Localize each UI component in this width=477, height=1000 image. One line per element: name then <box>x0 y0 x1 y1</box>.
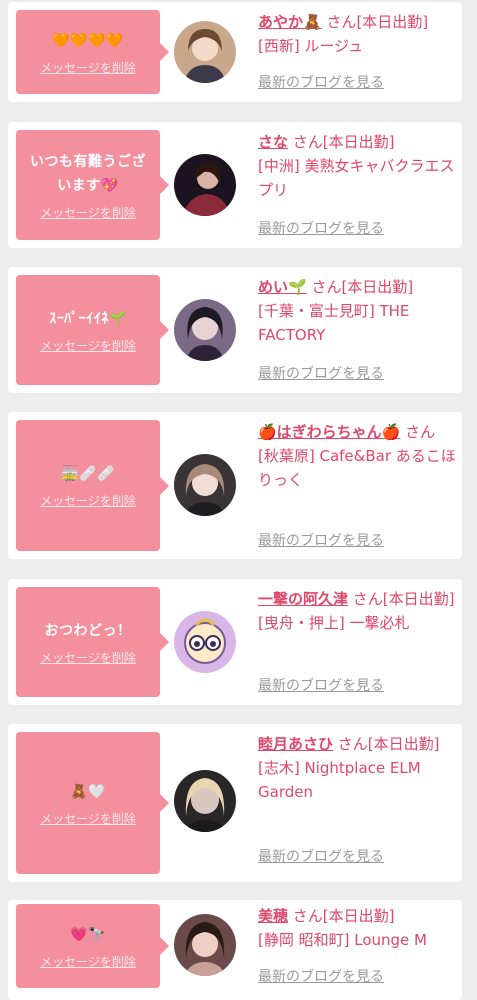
message-text: 🧡🧡🧡🧡 <box>52 32 124 49</box>
avatar[interactable] <box>174 611 236 673</box>
avatar[interactable] <box>174 154 236 216</box>
delete-message-link[interactable]: メッセージを削除 <box>40 492 136 509</box>
san-status: さん[本日出勤] <box>288 907 395 925</box>
message-text: 💗🔭 <box>70 926 106 943</box>
message-card: 🧡🧡🧡🧡 メッセージを削除 あやか🧸 さん[本日出勤] [西新] ルージュ 最新… <box>8 2 462 102</box>
avatar[interactable] <box>174 770 236 832</box>
avatar[interactable] <box>174 454 236 516</box>
san-status: さん[本日出勤] <box>288 133 395 151</box>
delete-message-link[interactable]: メッセージを削除 <box>40 953 136 970</box>
shop-label: [曳舟・押上] 一撃必札 <box>258 614 410 632</box>
profile-name-link[interactable]: 🍎はぎわらちゃん🍎 <box>258 423 400 441</box>
profile-name-link[interactable]: めい🌱 <box>258 278 307 296</box>
latest-blog-link[interactable]: 最新のブログを見る <box>258 218 384 238</box>
message-card: おつわどっ！ メッセージを削除 一撃の阿久津 さん[本日出勤] [曳舟・押上] … <box>8 579 462 705</box>
shop-label: [千葉・富士見町] THE FACTORY <box>258 302 410 344</box>
san-status: さん[本日出勤] <box>321 13 429 31</box>
profile-info: さな さん[本日出勤] [中洲] 美熟女キャバクラエスプリ <box>258 130 456 202</box>
delete-message-link[interactable]: メッセージを削除 <box>40 649 136 666</box>
latest-blog-link[interactable]: 最新のブログを見る <box>258 363 384 383</box>
message-bubble: 💗🔭 メッセージを削除 <box>16 904 169 988</box>
message-bubble: 🧡🧡🧡🧡 メッセージを削除 <box>16 10 169 94</box>
message-card: 💗🔭 メッセージを削除 美穂 さん[本日出勤] [静岡 昭和町] Lounge … <box>8 900 462 1000</box>
delete-message-link[interactable]: メッセージを削除 <box>40 337 136 354</box>
message-text: ｽｰﾊﾟｰｲｲﾈ🌱 <box>49 310 127 327</box>
message-bubble: ｽｰﾊﾟｰｲｲﾈ🌱 メッセージを削除 <box>16 275 169 385</box>
delete-message-link[interactable]: メッセージを削除 <box>40 204 136 221</box>
latest-blog-link[interactable]: 最新のブログを見る <box>258 72 384 92</box>
profile-info: あやか🧸 さん[本日出勤] [西新] ルージュ <box>258 10 456 58</box>
message-card: ｽｰﾊﾟｰｲｲﾈ🌱 メッセージを削除 めい🌱 さん[本日出勤] [千葉・富士見町… <box>8 267 462 393</box>
profile-name-link[interactable]: 睦月あさひ <box>258 735 333 753</box>
avatar[interactable] <box>174 914 236 976</box>
message-bubble: いつも有難うございます💖 メッセージを削除 <box>16 130 169 240</box>
message-text: いつも有難うございます💖 <box>30 153 146 194</box>
delete-message-link[interactable]: メッセージを削除 <box>40 810 136 827</box>
shop-label: [志木] Nightplace ELM Garden <box>258 759 421 801</box>
shop-label: [中洲] 美熟女キャバクラエスプリ <box>258 157 455 199</box>
message-text: おつわどっ！ <box>44 622 132 639</box>
message-card: 🧸🤍 メッセージを削除 睦月あさひ さん[本日出勤] [志木] Nightpla… <box>8 724 462 882</box>
message-text: 🚋🩹🩹 <box>61 466 115 482</box>
latest-blog-link[interactable]: 最新のブログを見る <box>258 846 384 866</box>
profile-info: めい🌱 さん[本日出勤] [千葉・富士見町] THE FACTORY <box>258 275 456 347</box>
profile-info: 🍎はぎわらちゃん🍎 さん [秋葉原] Cafe&Bar あるこほりっく <box>258 420 456 492</box>
profile-info: 睦月あさひ さん[本日出勤] [志木] Nightplace ELM Garde… <box>258 732 456 804</box>
profile-info: 一撃の阿久津 さん[本日出勤] [曳舟・押上] 一撃必札 <box>258 587 456 635</box>
san-status: さん[本日出勤] <box>333 735 440 753</box>
latest-blog-link[interactable]: 最新のブログを見る <box>258 966 384 986</box>
shop-label: [秋葉原] Cafe&Bar あるこほりっく <box>258 447 456 489</box>
profile-name-link[interactable]: 美穂 <box>258 907 288 925</box>
profile-name-link[interactable]: 一撃の阿久津 <box>258 590 348 608</box>
san-status: さん[本日出勤] <box>348 590 455 608</box>
delete-message-link[interactable]: メッセージを削除 <box>40 59 136 76</box>
avatar[interactable] <box>174 299 236 361</box>
message-bubble: 🚋🩹🩹 メッセージを削除 <box>16 420 169 551</box>
avatar[interactable] <box>174 21 236 83</box>
latest-blog-link[interactable]: 最新のブログを見る <box>258 530 384 550</box>
profile-info: 美穂 さん[本日出勤] [静岡 昭和町] Lounge M <box>258 904 456 952</box>
shop-label: [静岡 昭和町] Lounge M <box>258 931 427 949</box>
message-bubble: 🧸🤍 メッセージを削除 <box>16 732 169 874</box>
message-bubble: おつわどっ！ メッセージを削除 <box>16 587 169 697</box>
profile-name-link[interactable]: さな <box>258 133 288 151</box>
message-text: 🧸🤍 <box>70 783 106 800</box>
message-card: いつも有難うございます💖 メッセージを削除 さな さん[本日出勤] [中洲] 美… <box>8 122 462 248</box>
san-status: さん <box>400 423 436 441</box>
message-card: 🚋🩹🩹 メッセージを削除 🍎はぎわらちゃん🍎 さん [秋葉原] Cafe&Bar… <box>8 412 462 559</box>
latest-blog-link[interactable]: 最新のブログを見る <box>258 675 384 695</box>
profile-name-link[interactable]: あやか🧸 <box>258 13 322 31</box>
san-status: さん[本日出勤] <box>306 278 414 296</box>
shop-label: [西新] ルージュ <box>258 37 364 55</box>
